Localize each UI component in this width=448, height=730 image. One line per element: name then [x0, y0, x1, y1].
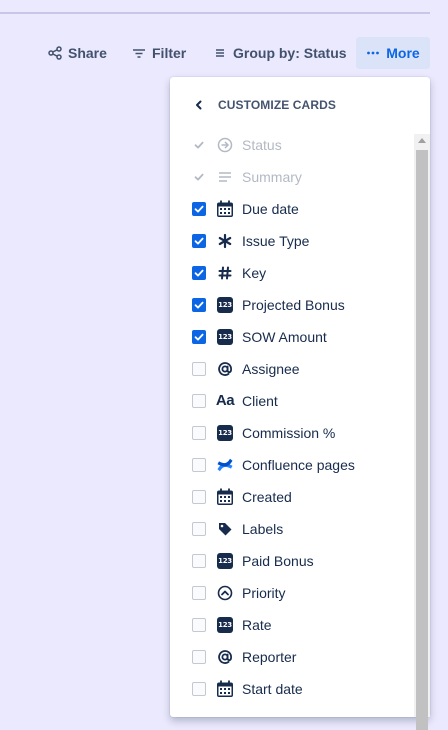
scrollbar[interactable]: [414, 134, 430, 730]
checkbox-confluence-pages[interactable]: [192, 458, 206, 472]
confluence-icon: [216, 456, 234, 474]
field-option-client[interactable]: Aa Client: [170, 385, 414, 417]
field-option-reporter[interactable]: Reporter: [170, 641, 414, 673]
field-option-confluence-pages[interactable]: Confluence pages: [170, 449, 414, 481]
field-option-created[interactable]: Created: [170, 481, 414, 513]
field-option-due-date[interactable]: Due date: [170, 193, 414, 225]
checkbox-projected-bonus[interactable]: [192, 298, 206, 312]
field-option-rate[interactable]: 123 Rate: [170, 609, 414, 641]
text-field-icon: Aa: [215, 392, 235, 409]
field-option-labels[interactable]: Labels: [170, 513, 414, 545]
share-icon: [48, 46, 62, 60]
share-button[interactable]: Share: [48, 37, 107, 69]
group-by-button[interactable]: Group by: Status: [213, 37, 347, 69]
checkbox-created[interactable]: [192, 490, 206, 504]
field-label: Reporter: [242, 649, 297, 665]
field-label: Priority: [242, 585, 286, 601]
field-option-summary: Summary: [170, 161, 414, 193]
checkbox-due-date[interactable]: [192, 202, 206, 216]
field-label: Summary: [242, 169, 302, 185]
share-label: Share: [68, 45, 107, 61]
group-by-icon: [213, 46, 227, 60]
field-option-paid-bonus[interactable]: 123 Paid Bonus: [170, 545, 414, 577]
field-label: Paid Bonus: [242, 553, 314, 569]
field-list: Status Summary Due date Issue Type Key 123 Pro…: [170, 129, 414, 705]
checkbox-key[interactable]: [192, 266, 206, 280]
field-label: Created: [242, 489, 292, 505]
field-label: Projected Bonus: [242, 297, 345, 313]
number-icon: 123: [216, 552, 234, 570]
field-label: Rate: [242, 617, 272, 633]
calendar-icon: [216, 200, 234, 218]
field-label: Issue Type: [242, 233, 310, 249]
customize-cards-panel: CUSTOMIZE CARDS Status Summary Due date Iss…: [170, 77, 430, 730]
checkbox-start-date[interactable]: [192, 682, 206, 696]
text-lines-icon: [216, 168, 234, 186]
filter-icon: [132, 46, 146, 60]
number-icon: 123: [216, 328, 234, 346]
at-icon: [216, 360, 234, 378]
field-option-start-date[interactable]: Start date: [170, 673, 414, 705]
field-label: Confluence pages: [242, 457, 355, 473]
field-option-projected-bonus[interactable]: 123 Projected Bonus: [170, 289, 414, 321]
field-option-key[interactable]: Key: [170, 257, 414, 289]
back-chevron-icon[interactable]: [192, 98, 206, 112]
field-label: Labels: [242, 521, 284, 537]
checkbox-client[interactable]: [192, 394, 206, 408]
checkbox-labels[interactable]: [192, 522, 206, 536]
number-icon: 123: [216, 616, 234, 634]
more-dots-icon: [366, 46, 380, 60]
field-option-sow-amount[interactable]: 123 SOW Amount: [170, 321, 414, 353]
group-by-label: Group by: Status: [233, 45, 347, 61]
field-label: Due date: [242, 201, 299, 217]
panel-title: CUSTOMIZE CARDS: [218, 98, 336, 112]
number-icon: 123: [216, 424, 234, 442]
field-label: SOW Amount: [242, 329, 327, 345]
asterisk-icon: [216, 232, 234, 250]
field-option-commission[interactable]: 123 Commission %: [170, 417, 414, 449]
more-button[interactable]: More: [356, 37, 430, 69]
scrollbar-thumb[interactable]: [416, 150, 428, 730]
checkbox-issue-type[interactable]: [192, 234, 206, 248]
field-label: Key: [242, 265, 267, 281]
checkbox-summary: [192, 170, 206, 184]
priority-icon: [216, 584, 234, 602]
field-option-priority[interactable]: Priority: [170, 577, 414, 609]
field-option-status: Status: [170, 129, 414, 161]
field-option-issue-type[interactable]: Issue Type: [170, 225, 414, 257]
calendar-icon: [216, 680, 234, 698]
field-label: Start date: [242, 681, 303, 697]
filter-button[interactable]: Filter: [132, 37, 186, 69]
field-label: Assignee: [242, 361, 300, 377]
arrow-circle-icon: [216, 136, 234, 154]
board-toolbar: Share Filter Group by: Status More: [0, 37, 448, 69]
checkbox-rate[interactable]: [192, 618, 206, 632]
panel-header: CUSTOMIZE CARDS: [170, 93, 410, 117]
more-label: More: [386, 45, 420, 61]
checkbox-assignee[interactable]: [192, 362, 206, 376]
at-icon: [216, 648, 234, 666]
field-label: Commission %: [242, 425, 336, 441]
calendar-icon: [216, 488, 234, 506]
hash-icon: [216, 264, 234, 282]
tag-icon: [216, 520, 234, 538]
field-option-assignee[interactable]: Assignee: [170, 353, 414, 385]
checkbox-commission[interactable]: [192, 426, 206, 440]
checkbox-reporter[interactable]: [192, 650, 206, 664]
field-label: Status: [242, 137, 282, 153]
filter-label: Filter: [152, 45, 187, 61]
number-icon: 123: [216, 296, 234, 314]
divider: [0, 12, 430, 14]
checkbox-status: [192, 138, 206, 152]
checkbox-sow-amount[interactable]: [192, 330, 206, 344]
checkbox-priority[interactable]: [192, 586, 206, 600]
scroll-up-arrow-icon[interactable]: [418, 138, 426, 143]
checkbox-paid-bonus[interactable]: [192, 554, 206, 568]
field-label: Client: [242, 393, 278, 409]
